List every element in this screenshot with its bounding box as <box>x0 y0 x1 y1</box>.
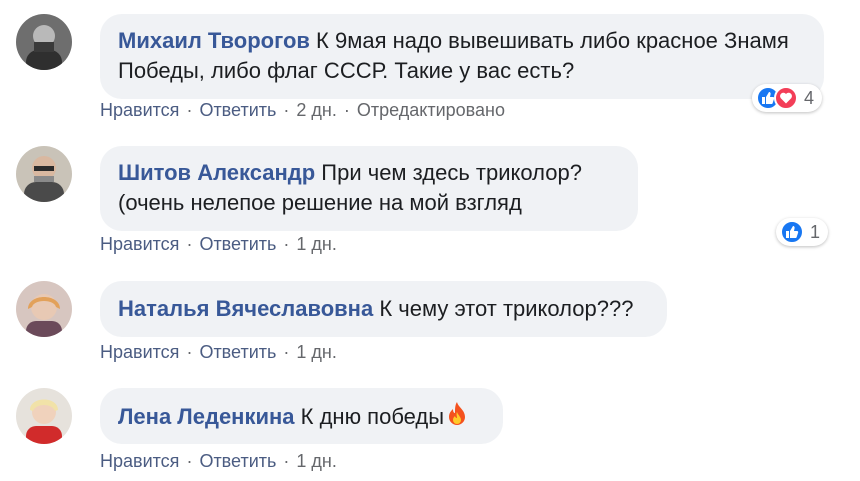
comment-text: К чему этот триколор??? <box>379 296 634 321</box>
comment-bubble: Лена Леденкина К дню победы <box>100 388 503 444</box>
comment-time[interactable]: 1 дн. <box>296 451 336 471</box>
comment-time[interactable]: 2 дн. <box>296 100 336 120</box>
comment-bubble: Наталья Вячеславовна К чему этот триколо… <box>100 281 667 337</box>
reply-action[interactable]: Ответить <box>199 451 276 471</box>
comment-author[interactable]: Михаил Творогов <box>118 28 310 53</box>
separator: · <box>283 234 290 254</box>
avatar[interactable] <box>16 146 72 202</box>
separator: · <box>186 100 193 120</box>
separator: · <box>283 451 290 471</box>
comment-author[interactable]: Наталья Вячеславовна <box>118 296 373 321</box>
separator: · <box>283 342 290 362</box>
reaction-count: 1 <box>810 221 821 242</box>
separator: · <box>343 100 350 120</box>
love-icon <box>774 86 798 110</box>
separator: · <box>186 451 193 471</box>
separator: · <box>186 234 193 254</box>
avatar[interactable] <box>16 388 72 444</box>
reactions-badge[interactable]: 1 <box>776 218 829 246</box>
like-icon <box>780 220 804 244</box>
reactions-badge[interactable]: 4 <box>752 84 823 112</box>
comment-author[interactable]: Лена Леденкина <box>118 404 295 429</box>
reply-action[interactable]: Ответить <box>199 234 276 254</box>
avatar[interactable] <box>16 14 72 70</box>
comment-actions: Нравится · Ответить · 1 дн. <box>100 342 337 363</box>
separator: · <box>186 342 193 362</box>
like-action[interactable]: Нравится <box>100 451 179 471</box>
comment-author[interactable]: Шитов Александр <box>118 160 315 185</box>
fire-emoji <box>446 401 468 435</box>
comment-bubble: Шитов Александр При чем здесь триколор?(… <box>100 146 638 231</box>
comment-actions: Нравится · Ответить · 2 дн. · Отредактировано <box>100 100 505 121</box>
comment-text: К дню победы <box>300 404 445 429</box>
edited-label[interactable]: Отредактировано <box>357 100 505 120</box>
reaction-count: 4 <box>804 87 815 108</box>
like-action[interactable]: Нравится <box>100 100 179 120</box>
comment-time[interactable]: 1 дн. <box>296 342 336 362</box>
reply-action[interactable]: Ответить <box>199 100 276 120</box>
like-action[interactable]: Нравится <box>100 234 179 254</box>
comment-actions: Нравится · Ответить · 1 дн. <box>100 451 337 472</box>
comment-time[interactable]: 1 дн. <box>296 234 336 254</box>
comment-actions: Нравится · Ответить · 1 дн. <box>100 234 337 255</box>
comment-bubble: Михаил Творогов К 9мая надо вывешивать л… <box>100 14 824 99</box>
separator: · <box>283 100 290 120</box>
avatar[interactable] <box>16 281 72 337</box>
reply-action[interactable]: Ответить <box>199 342 276 362</box>
like-action[interactable]: Нравится <box>100 342 179 362</box>
